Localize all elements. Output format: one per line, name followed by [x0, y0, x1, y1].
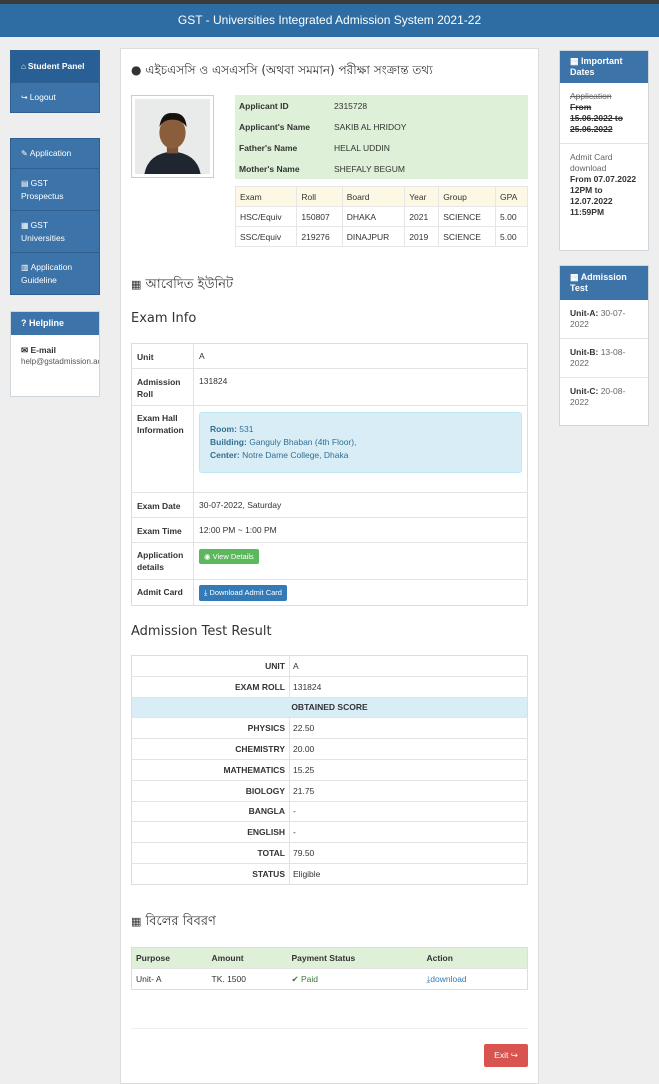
divider — [131, 1028, 528, 1029]
result-table: UNIT A EXAM ROLL 131824 OBTAINED SCORE PHY… — [131, 655, 528, 885]
helpline-body: ✉ E-mail help@gstadmission.ac.bd — [11, 335, 99, 367]
building-icon: ▦ — [21, 221, 29, 230]
helpline-header: ? Helpline — [11, 312, 99, 335]
result-roll: 131824 — [289, 675, 528, 698]
view-details-button[interactable]: ◉ View Details — [199, 549, 259, 564]
exam-records-table: Exam Roll Board Year Group GPA HSC/Equiv… — [234, 186, 528, 247]
exam-info-table: Unit A Admission Roll 131824 Exam Hall Inf… — [131, 343, 528, 606]
download-icon: ⤓ — [204, 588, 208, 597]
admission-roll: 131824 — [193, 368, 528, 406]
important-dates-header: ▦ Important Dates — [560, 51, 648, 83]
helpline-email[interactable]: help@gstadmission.ac.bd — [21, 357, 99, 366]
exit-icon: ↪ — [510, 1050, 518, 1060]
table-icon: ▦ — [131, 915, 142, 928]
important-dates-panel: ▦ Important Dates Application From 15.06… — [559, 50, 649, 251]
user-icon: ● — [131, 63, 142, 77]
app-header: GST - Universities Integrated Admission … — [0, 0, 659, 37]
result-heading: Admission Test Result — [131, 624, 272, 639]
nav-application[interactable]: ✎ Application — [11, 139, 99, 169]
nav-logout[interactable]: ↪ Logout — [11, 83, 99, 112]
student-panel-nav: ⌂ Student Panel ↪ Logout — [10, 50, 100, 113]
unit-a-date: Unit-A: 30-07-2022 — [560, 300, 648, 339]
exam-unit: A — [199, 351, 205, 361]
table-row: ENGLISH - — [131, 821, 528, 843]
table-row: BIOLOGY 21.75 — [131, 779, 528, 802]
applied-units-heading: ▦ আবেদিত ইউনিট — [131, 277, 234, 292]
father-name: HELAL UDDIN — [334, 142, 390, 153]
nav-universities[interactable]: ▦ GST Universities — [11, 211, 99, 253]
nav-student-panel[interactable]: ⌂ Student Panel — [11, 51, 99, 83]
applicant-name: SAKIB AL HRIDOY — [334, 121, 407, 132]
nav-prospectus[interactable]: ▤ GST Prospectus — [11, 169, 99, 211]
home-icon: ⌂ — [21, 62, 26, 71]
admission-test-header: ▦ Admission Test — [560, 266, 648, 300]
logout-icon: ↪ — [21, 93, 28, 102]
table-icon: ▦ — [131, 278, 142, 291]
applicant-photo-image — [135, 99, 210, 174]
bill-table: Purpose Amount Payment Status Action Uni… — [131, 947, 528, 990]
obtained-score-header: OBTAINED SCORE — [131, 696, 528, 718]
exam-hall-info: Room: 531 Building: Ganguly Bhaban (4th … — [199, 412, 522, 473]
edit-icon: ✎ — [21, 149, 28, 158]
bill-heading: ▦ বিলের বিবরণ — [131, 914, 216, 929]
table-row: PHYSICS 22.50 — [131, 717, 528, 739]
table-row: MATHEMATICS 15.25 — [131, 758, 528, 781]
calendar-icon: ▦ — [570, 56, 579, 66]
table-row: BANGLA - — [131, 800, 528, 822]
application-dates: Application From 15.06.2022 to 25.06.202… — [560, 83, 648, 144]
table-row: SSC/Equiv 219276 DINAJPUR 2019 SCIENCE 5… — [234, 226, 528, 247]
unit-b-date: Unit-B: 13-08-2022 — [560, 339, 648, 378]
download-link[interactable]: ⤓download — [422, 968, 528, 990]
mother-name: SHEFALY BEGUM — [334, 163, 406, 174]
question-icon: ? — [21, 318, 27, 328]
applicant-id: 2315728 — [334, 100, 368, 111]
table-row: HSC/Equiv 150807 DHAKA 2021 SCIENCE 5.00 — [234, 206, 528, 227]
file-icon: ▤ — [21, 179, 29, 188]
total-score: 79.50 — [289, 842, 528, 864]
result-unit: A — [289, 655, 528, 677]
envelope-icon: ✉ — [21, 345, 29, 355]
download-admit-card-button[interactable]: ⤓ Download Admit Card — [199, 585, 287, 601]
exam-date: 30-07-2022, Saturday — [193, 492, 528, 518]
exit-button[interactable]: Exit ↪ — [484, 1044, 528, 1067]
payment-status: ✔ Paid — [287, 968, 423, 990]
helpline-panel: ? Helpline ✉ E-mail help@gstadmission.ac… — [10, 311, 100, 397]
exam-time: 12:00 PM ~ 1:00 PM — [193, 517, 528, 543]
applicant-photo — [131, 95, 214, 178]
check-circle-icon: ✔ — [291, 973, 299, 984]
admission-test-panel: ▦ Admission Test Unit-A: 30-07-2022 Unit… — [559, 265, 649, 426]
table-row: CHEMISTRY 20.00 — [131, 738, 528, 760]
table-row: Unit- A TK. 1500 ✔ Paid ⤓download — [131, 968, 528, 990]
admit-card-dates: Admit Card download From 07.07.2022 12PM… — [570, 152, 637, 217]
exam-info-heading: Exam Info — [131, 311, 197, 326]
page-title: ● এইচএসসি ও এসএসসি (অথবা সমমান) পরীক্ষা … — [131, 63, 433, 77]
calendar-icon: ▦ — [570, 272, 579, 282]
main-nav: ✎ Application ▤ GST Prospectus ▦ GST Univer… — [10, 138, 100, 295]
unit-c-date: Unit-C: 20-08-2022 — [570, 386, 626, 407]
nav-guideline[interactable]: ▥ Application Guideline — [11, 253, 99, 294]
applicant-info-table: Applicant ID 2315728 Applicant's Name SAKI… — [235, 95, 528, 179]
book-icon: ▥ — [21, 263, 29, 272]
app-title: GST - Universities Integrated Admission … — [177, 13, 482, 27]
eye-icon: ◉ — [204, 552, 211, 561]
result-status: Eligible — [289, 862, 528, 885]
